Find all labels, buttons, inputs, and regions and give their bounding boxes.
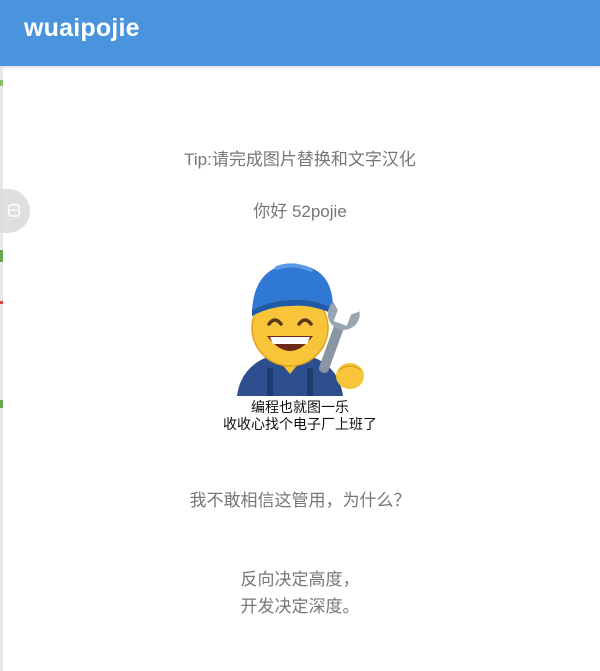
quote-line-2: 开发决定深度。 xyxy=(240,597,360,616)
meme-caption-line2: 收收心找个电子厂上班了 xyxy=(223,416,377,432)
mechanic-emoji-with-wrench xyxy=(237,263,364,396)
edge-mark xyxy=(0,400,3,408)
tip-text: Tip:请完成图片替换和文字汉化 xyxy=(184,150,416,169)
app-bar: wuaipojie xyxy=(0,0,600,66)
greeting-text: 你好 52pojie xyxy=(253,202,347,221)
edge-mark xyxy=(0,250,3,262)
question-text: 我不敢相信这管用，为什么？ xyxy=(189,491,411,510)
meme-image: 编程也就图一乐 收收心找个电子厂上班了 xyxy=(215,258,385,438)
meme-caption-line1: 编程也就图一乐 xyxy=(251,399,349,415)
app-screen: wuaipojie Tip:请完成图片替换和文字汉化 你好 52pojie 编程… xyxy=(0,0,600,671)
quote-line-1: 反向决定高度， xyxy=(240,570,360,589)
edge-mark xyxy=(0,301,3,304)
edge-mark xyxy=(0,80,3,86)
app-title: wuaipojie xyxy=(24,14,140,42)
